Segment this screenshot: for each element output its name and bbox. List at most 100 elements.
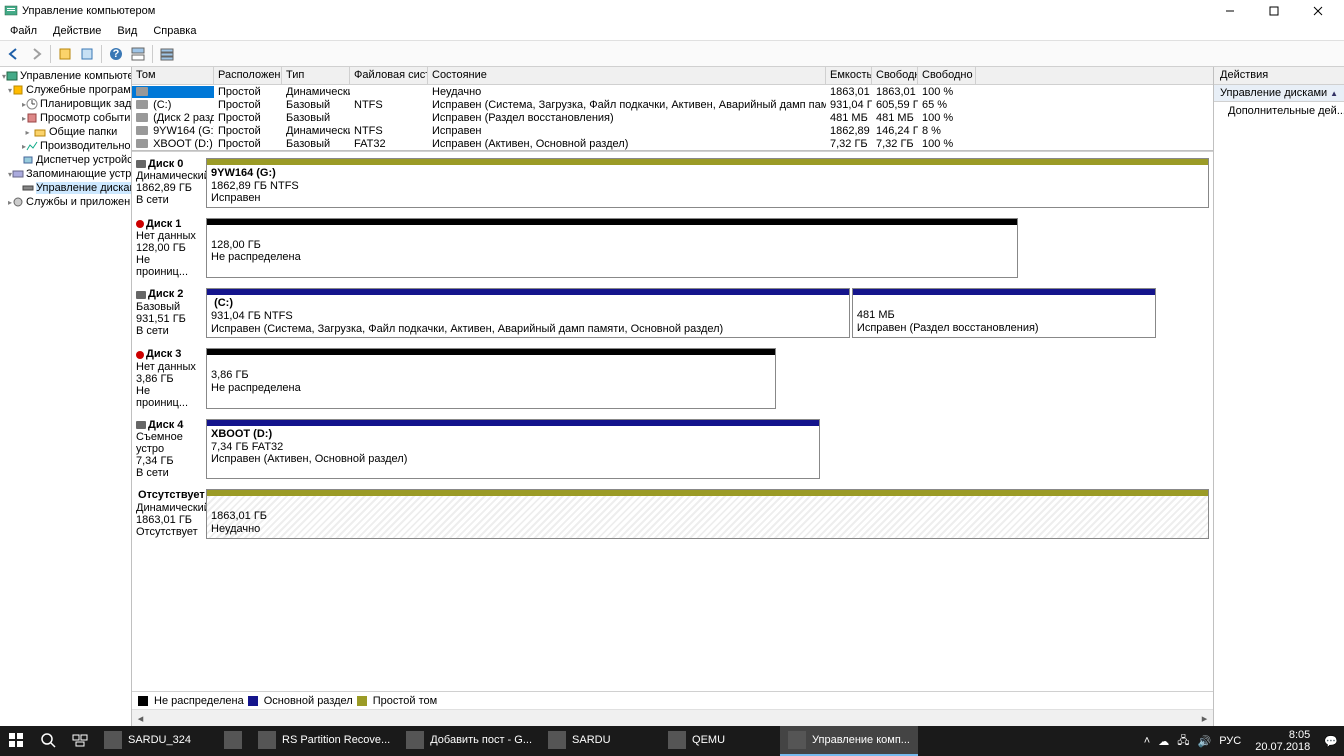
col-status[interactable]: Состояние — [428, 67, 826, 84]
window-title: Управление компьютером — [22, 5, 1208, 17]
taskbar-app[interactable]: Управление комп... — [780, 726, 918, 756]
disk-row[interactable]: Диск 1 Нет данных128,00 ГБНе проиниц... … — [132, 212, 1213, 282]
partition[interactable]: 481 МБИсправен (Раздел восстановления) — [852, 288, 1156, 338]
actions-section[interactable]: Управление дисками ▲ — [1214, 85, 1344, 102]
svg-text:?: ? — [113, 48, 120, 60]
disk-header: Диск 4 Съемное устро7,34 ГБВ сети — [136, 419, 206, 479]
taskbar-app-icon — [548, 731, 566, 749]
volume-row[interactable]: XBOOT (D:)ПростойБазовыйFAT32Исправен (А… — [132, 137, 1213, 150]
col-layout[interactable]: Расположение — [214, 67, 282, 84]
tray-volume-icon[interactable]: 🔊 — [1198, 735, 1212, 748]
tree-root[interactable]: ▾Управление компьютером (л — [0, 69, 131, 83]
col-capacity[interactable]: Емкость — [826, 67, 872, 84]
view-list-button[interactable] — [157, 44, 177, 64]
legend-label: Не распределена — [154, 695, 244, 707]
disk-row[interactable]: Диск 3 Нет данных3,86 ГБНе проиниц... 3,… — [132, 342, 1213, 412]
col-volume[interactable]: Том — [132, 67, 214, 84]
menu-file[interactable]: Файл — [2, 22, 45, 41]
start-button[interactable] — [0, 726, 32, 756]
search-button[interactable] — [32, 726, 64, 756]
disk-row-missing[interactable]: Отсутствует Динамический1863,01 ГБОтсутс… — [132, 483, 1213, 543]
menu-view[interactable]: Вид — [109, 22, 145, 41]
volume-cell: Исправен (Система, Загрузка, Файл подкач… — [428, 99, 826, 111]
taskbar-app-icon — [258, 731, 276, 749]
taskbar-app[interactable]: RS Partition Recove... — [250, 726, 398, 756]
volume-cell: Исправен (Активен, Основной раздел) — [428, 138, 826, 150]
task-view-button[interactable] — [64, 726, 96, 756]
volume-row[interactable]: 9YW164 (G:)ПростойДинамическийNTFSИсправ… — [132, 124, 1213, 137]
volume-cell: 7,32 ГБ — [872, 138, 918, 150]
tree-device-manager[interactable]: Диспетчер устройств — [0, 153, 131, 167]
disk-header: Диск 0 Динамический1862,89 ГБВ сети — [136, 158, 206, 208]
properties-button[interactable] — [55, 44, 75, 64]
minimize-button[interactable] — [1208, 0, 1252, 22]
menu-action[interactable]: Действие — [45, 22, 109, 41]
disk-row[interactable]: Диск 2 Базовый931,51 ГБВ сети (C:)931,04… — [132, 282, 1213, 342]
volume-cell: Исправен (Раздел восстановления) — [428, 112, 826, 124]
taskbar: SARDU_324 RS Partition Recove... Добавить … — [0, 726, 1344, 756]
tray-language[interactable]: РУС — [1219, 735, 1241, 747]
legend-label: Основной раздел — [264, 695, 353, 707]
tray-network-icon[interactable]: 🖧 — [1177, 732, 1189, 751]
scroll-left-icon[interactable]: ◂ — [132, 710, 149, 726]
disk-row[interactable]: Диск 0 Динамический1862,89 ГБВ сети 9YW1… — [132, 152, 1213, 212]
maximize-button[interactable] — [1252, 0, 1296, 22]
actions-more[interactable]: Дополнительные дей... — [1214, 102, 1344, 120]
disk-header: Диск 2 Базовый931,51 ГБВ сети — [136, 288, 206, 338]
legend-label: Простой том — [373, 695, 437, 707]
tree-storage[interactable]: ▾Запоминающие устройс — [0, 167, 131, 181]
tray-notifications-icon[interactable]: 💬 — [1324, 735, 1338, 748]
col-fs[interactable]: Файловая система — [350, 67, 428, 84]
taskbar-app[interactable]: Добавить пост - G... — [398, 726, 540, 756]
col-type[interactable]: Тип — [282, 67, 350, 84]
volume-cell: 7,32 ГБ — [826, 138, 872, 150]
taskbar-app[interactable]: QEMU — [660, 726, 780, 756]
menu-help[interactable]: Справка — [145, 22, 204, 41]
back-button[interactable] — [4, 44, 24, 64]
actions-panel: Действия Управление дисками ▲ Дополнител… — [1214, 67, 1344, 726]
horizontal-scrollbar[interactable]: ◂ ▸ — [132, 709, 1213, 726]
tray-chevron-icon[interactable]: ˄ — [1144, 735, 1150, 747]
partition-missing[interactable]: 1863,01 ГБНеудачно — [206, 489, 1209, 539]
taskbar-app[interactable]: SARDU — [540, 726, 660, 756]
disk-row[interactable]: Диск 4 Съемное устро7,34 ГБВ сети XBOOT … — [132, 413, 1213, 483]
tree-task-scheduler[interactable]: ▸Планировщик заданий — [0, 97, 131, 111]
tray-clock[interactable]: 8:0520.07.2018 — [1249, 729, 1316, 753]
volume-row[interactable]: ПростойДинамическийНеудачно1863,01 ГБ186… — [132, 85, 1213, 98]
volume-row[interactable]: (C:)ПростойБазовыйNTFSИсправен (Система,… — [132, 98, 1213, 111]
tree-system-tools[interactable]: ▾Служебные программы — [0, 83, 131, 97]
tree-event-viewer[interactable]: ▸Просмотр событий — [0, 111, 131, 125]
col-free[interactable]: Свободно — [872, 67, 918, 84]
taskbar-app[interactable]: SARDU_324 — [96, 726, 216, 756]
partition[interactable]: 9YW164 (G:)1862,89 ГБ NTFSИсправен — [206, 158, 1209, 208]
volume-icon — [136, 100, 148, 109]
volume-cell: Базовый — [282, 99, 350, 111]
tray-onedrive-icon[interactable]: ☁ — [1158, 735, 1169, 748]
tree-services[interactable]: ▸Службы и приложения — [0, 195, 131, 209]
partition[interactable]: XBOOT (D:)7,34 ГБ FAT32Исправен (Активен… — [206, 419, 820, 479]
partition-unallocated[interactable]: 3,86 ГБНе распределена — [206, 348, 776, 408]
partition-unallocated[interactable]: 128,00 ГБНе распределена — [206, 218, 1018, 278]
close-button[interactable] — [1296, 0, 1340, 22]
volume-cell: 1862,89 ГБ — [826, 125, 872, 137]
help-button[interactable]: ? — [106, 44, 126, 64]
view-top-button[interactable] — [128, 44, 148, 64]
tree-shared-folders[interactable]: ▸Общие папки — [0, 125, 131, 139]
volume-icon — [136, 139, 148, 148]
col-pct[interactable]: Свободно % — [918, 67, 976, 84]
tree-disk-management[interactable]: Управление дисками — [0, 181, 131, 195]
actions-title: Действия — [1214, 67, 1344, 85]
taskbar-app-icon — [224, 731, 242, 749]
volume-icon — [136, 87, 148, 96]
volume-cell: 931,04 ГБ — [826, 99, 872, 111]
partition[interactable]: (C:)931,04 ГБ NTFSИсправен (Система, Заг… — [206, 288, 850, 338]
taskbar-app-label: RS Partition Recove... — [282, 734, 390, 746]
refresh-button[interactable] — [77, 44, 97, 64]
volume-cell: 1863,01 ГБ — [872, 86, 918, 98]
taskbar-app[interactable] — [216, 726, 250, 756]
volume-row[interactable]: (Диск 2 раздел 2)ПростойБазовыйИсправен … — [132, 111, 1213, 124]
forward-button[interactable] — [26, 44, 46, 64]
scroll-right-icon[interactable]: ▸ — [1196, 710, 1213, 726]
legend-swatch-primary — [248, 696, 258, 706]
tree-performance[interactable]: ▸Производительность — [0, 139, 131, 153]
